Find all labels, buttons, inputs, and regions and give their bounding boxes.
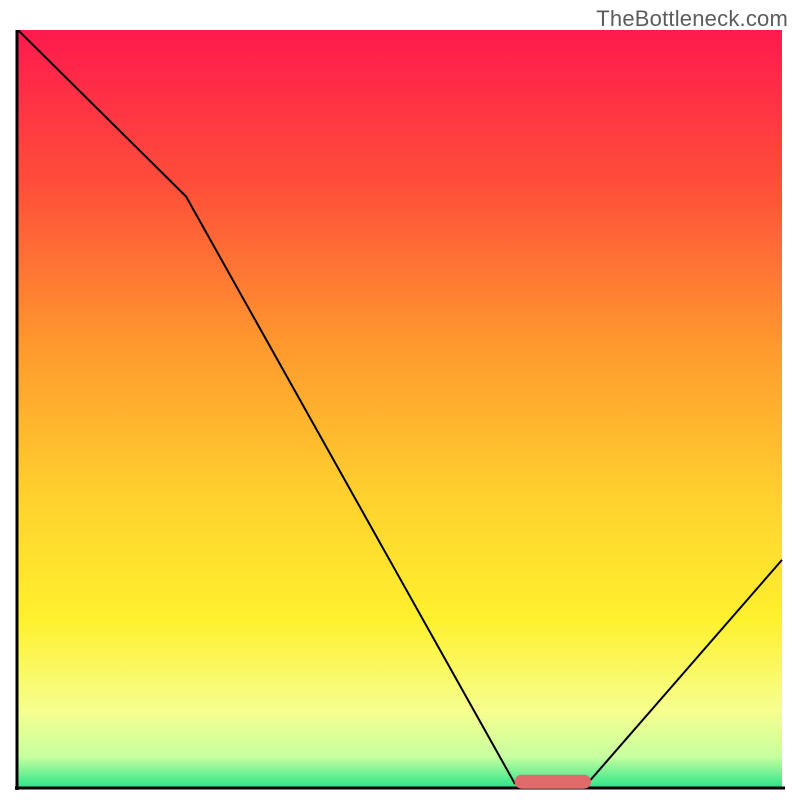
trough-marker	[515, 775, 591, 789]
chart-svg	[15, 30, 785, 790]
bottleneck-chart: TheBottleneck.com	[0, 0, 800, 800]
watermark-text: TheBottleneck.com	[596, 6, 788, 32]
